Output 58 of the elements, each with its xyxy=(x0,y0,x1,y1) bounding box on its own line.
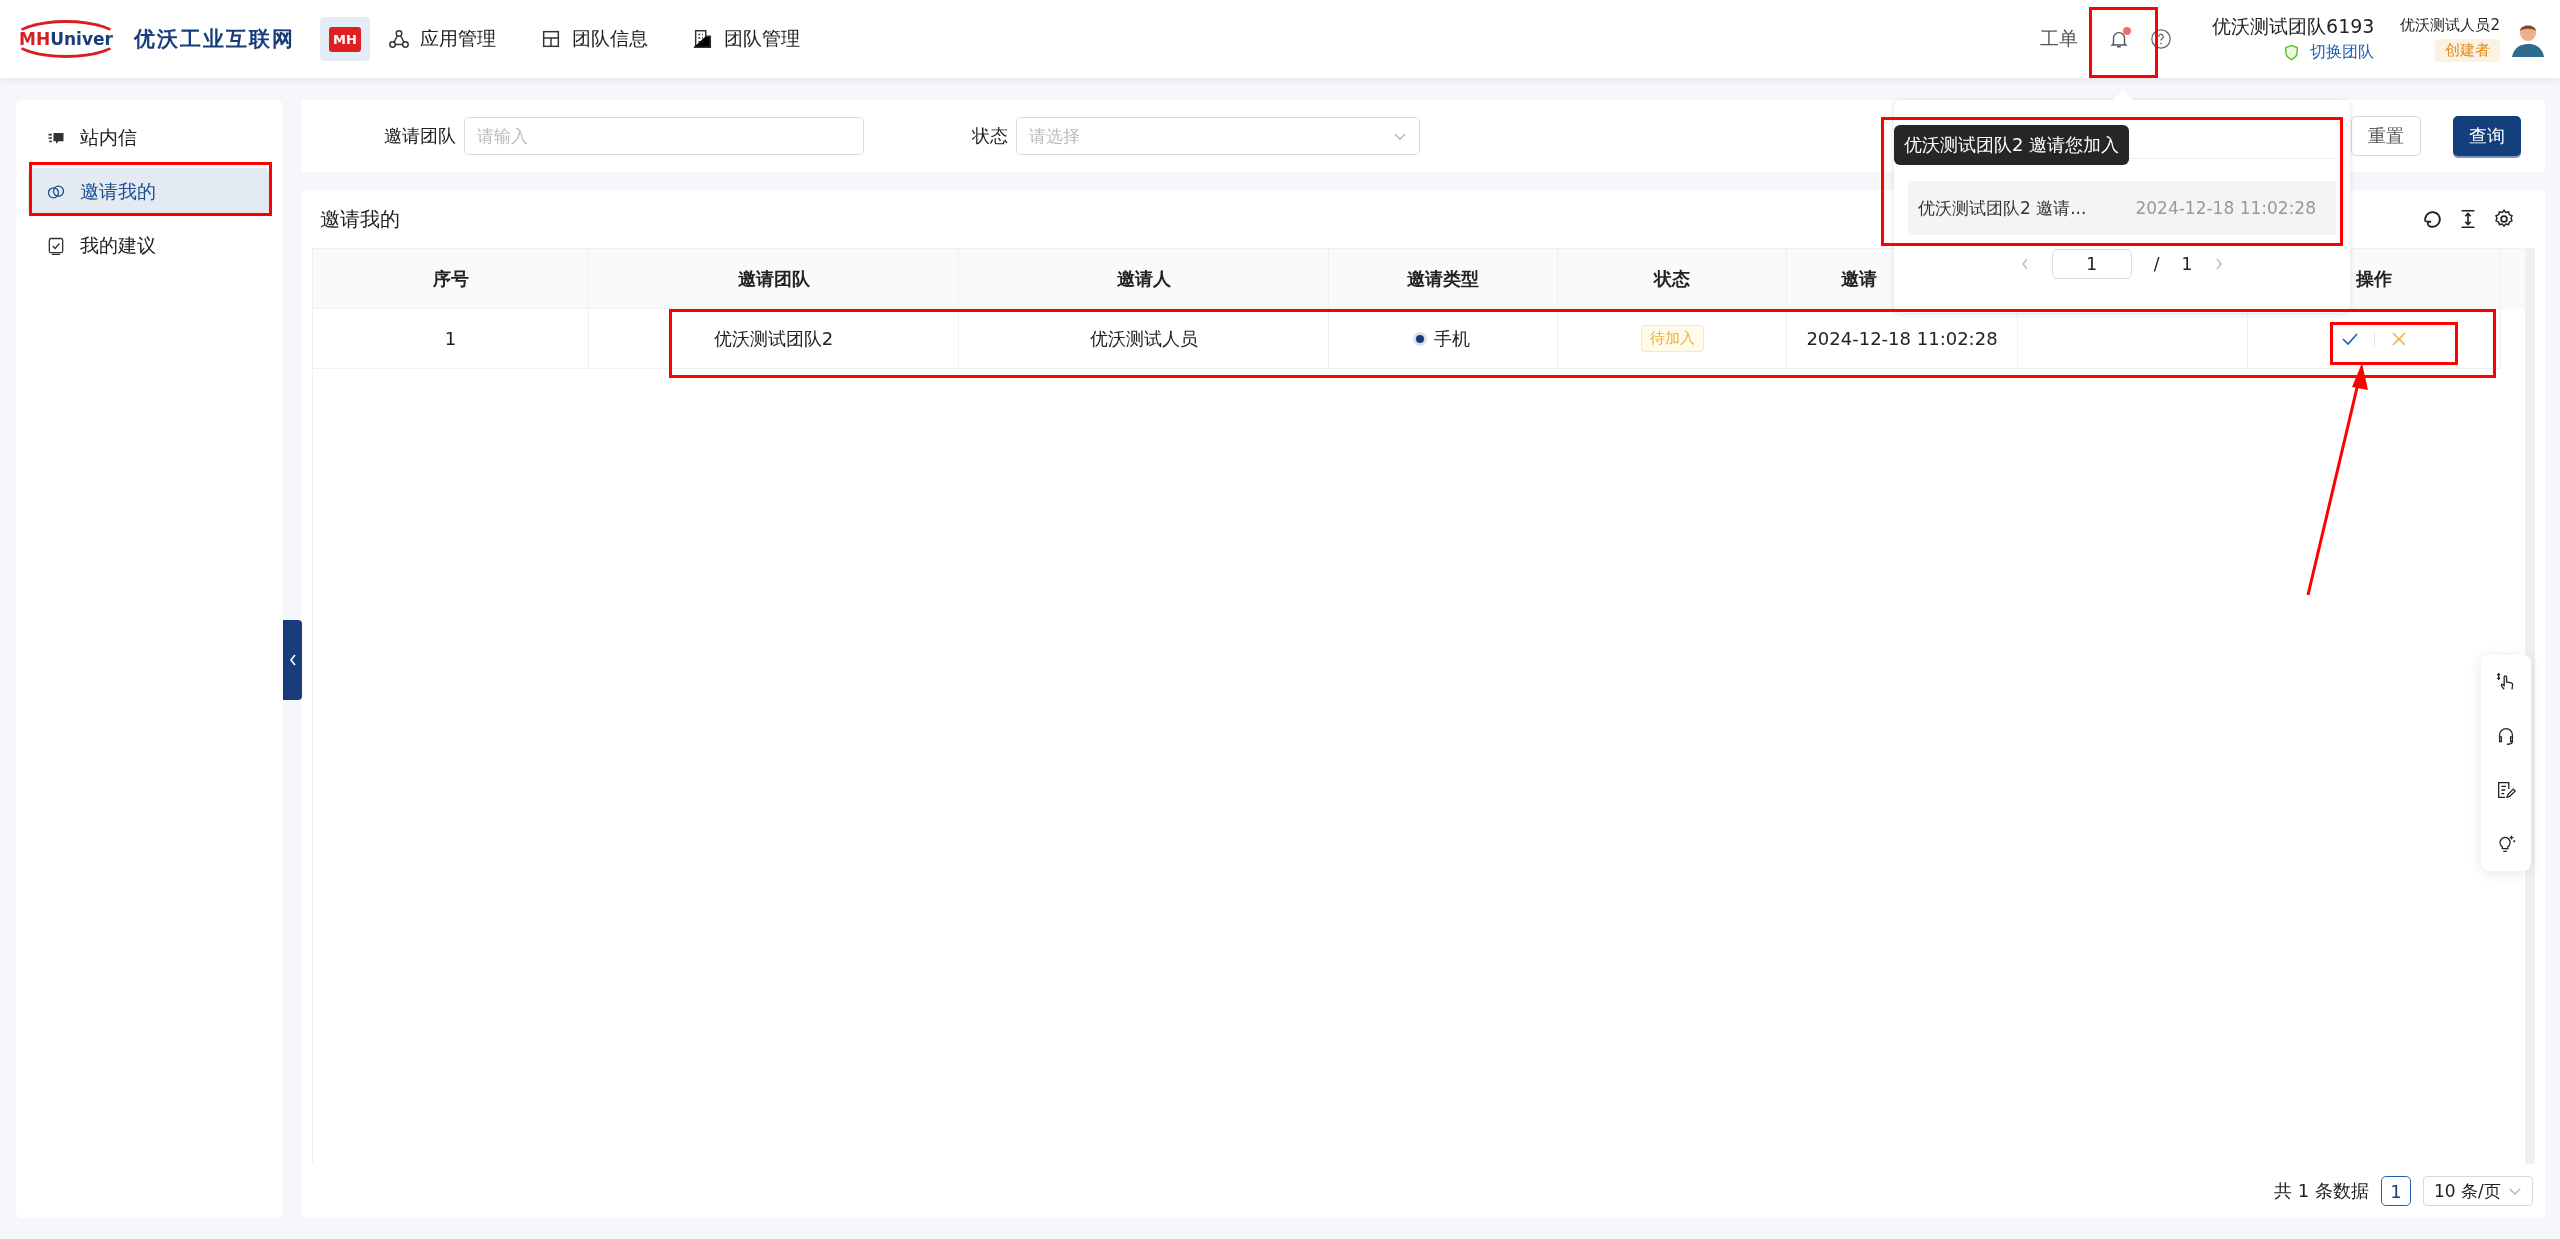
total-count: 共 1 条数据 xyxy=(2274,1179,2369,1203)
column-header: 操作 xyxy=(2356,266,2392,291)
notification-time: 2024-12-18 11:02:28 xyxy=(2135,198,2316,218)
role-badge: 创建者 xyxy=(2435,39,2500,62)
app-switch-button[interactable]: MH xyxy=(320,17,370,61)
page-size-select[interactable]: 10 条/页 xyxy=(2423,1176,2533,1206)
page-number[interactable]: 1 xyxy=(2381,1176,2411,1206)
query-button[interactable]: 查询 xyxy=(2453,116,2521,156)
chevron-left-icon xyxy=(287,652,298,668)
nav-item[interactable]: 团队管理 xyxy=(688,20,804,58)
logo-text: 优沃工业互联网 xyxy=(133,26,295,53)
refresh-icon[interactable] xyxy=(2421,208,2443,230)
caret-icon xyxy=(2508,1186,2522,1196)
column-header: 邀请 xyxy=(1841,266,1877,291)
nav-item[interactable]: 团队信息 xyxy=(536,20,652,58)
team-name: 优沃测试团队6193 xyxy=(2212,13,2375,39)
table-cell: 1 xyxy=(444,328,457,349)
table-cell: 手机 xyxy=(1434,326,1470,351)
reset-button[interactable]: 重置 xyxy=(2351,116,2421,156)
field-label: 状态 xyxy=(972,124,1008,148)
page-input[interactable]: 1 xyxy=(2051,249,2132,279)
sidebar-item[interactable]: 邀请我的 xyxy=(28,168,271,216)
nodes-icon xyxy=(388,28,410,50)
highlight-box xyxy=(2089,7,2158,78)
table-title: 邀请我的 xyxy=(320,205,400,233)
column-header: 状态 xyxy=(1654,266,1690,291)
shield-icon xyxy=(2283,43,2301,61)
switch-team-link[interactable]: 切换团队 xyxy=(2283,39,2375,65)
column-header: 邀请团队 xyxy=(737,266,810,291)
table-cell: 优沃测试人员 xyxy=(1089,326,1198,351)
layout-icon xyxy=(540,28,562,50)
nav-item[interactable]: 应用管理 xyxy=(384,20,500,58)
page-total: 1 xyxy=(2181,254,2193,274)
input-field[interactable]: 请输入 xyxy=(464,117,864,155)
column-header: 邀请人 xyxy=(1116,266,1171,291)
help-icon[interactable] xyxy=(2150,28,2173,50)
checklist-icon xyxy=(46,236,66,256)
tooltip: 优沃测试团队2 邀请您加入 xyxy=(1894,125,2130,165)
building-icon xyxy=(692,28,714,50)
field-label: 邀请团队 xyxy=(384,124,456,148)
notification-item[interactable]: 优沃测试团队2 邀请... 2024-12-18 11:02:28 xyxy=(1908,181,2336,235)
page-separator: / xyxy=(2153,254,2160,274)
table-cell: 2024-12-18 11:02:28 xyxy=(1806,328,1998,349)
edit-document-icon[interactable] xyxy=(2495,779,2517,801)
ticket-link[interactable]: 工单 xyxy=(2034,25,2085,53)
settings-icon[interactable] xyxy=(2493,208,2515,230)
collapse-handle[interactable] xyxy=(283,620,302,700)
logo-wordmark: MHUniver xyxy=(12,20,120,58)
status-tag: 待加入 xyxy=(1640,325,1704,352)
sidebar-item[interactable]: 我的建议 xyxy=(28,222,271,270)
notification-text: 优沃测试团队2 邀请... xyxy=(1918,196,2087,220)
radio-dot-icon xyxy=(1416,334,1424,343)
column-header: 邀请类型 xyxy=(1407,266,1479,291)
caret-icon xyxy=(1393,131,1407,141)
column-header: 序号 xyxy=(432,266,469,291)
user-name: 优沃测试人员2 xyxy=(2400,16,2500,35)
table-cell: 优沃测试团队2 xyxy=(713,326,834,351)
sidebar-item[interactable]: 站内信 xyxy=(28,114,271,162)
